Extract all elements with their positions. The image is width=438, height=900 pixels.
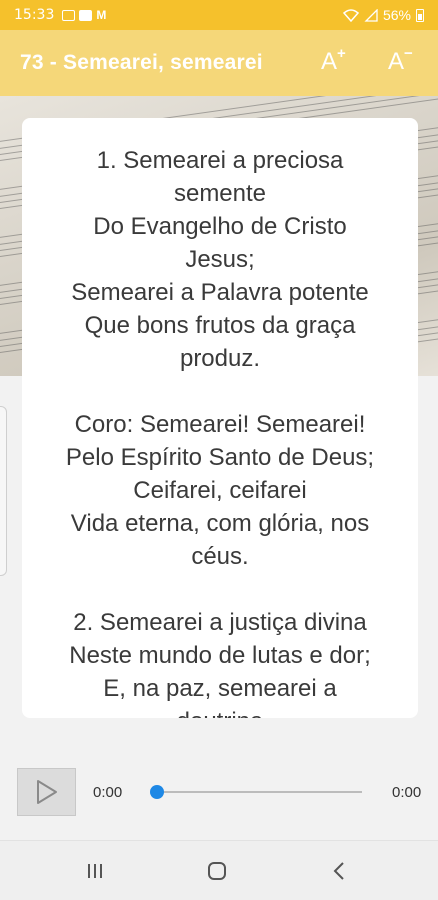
seek-bar-track[interactable] [154,791,362,793]
audio-player: 0:00 0:00 [0,760,438,824]
plus-icon: + [337,45,346,62]
current-time: 0:00 [93,784,123,801]
total-time: 0:00 [392,784,422,801]
font-increase-button[interactable]: A+ [321,45,346,76]
back-icon [333,862,344,880]
wifi-icon [342,8,359,22]
home-button[interactable] [205,859,229,883]
font-decrease-button[interactable]: A− [388,45,413,76]
app-bar: 73 - Semearei, semearei A+ A− [0,30,438,96]
status-time: 15:33 [14,7,55,23]
play-button[interactable] [17,768,76,816]
home-icon [208,862,226,880]
gmail-icon: M [96,7,107,22]
side-drawer-handle[interactable] [0,406,7,576]
notification-icons: M [62,7,107,22]
battery-icon [416,8,424,22]
seek-bar-thumb[interactable] [150,785,164,799]
battery-level: 56% [382,7,411,23]
font-decrease-label: A [388,48,405,75]
font-increase-label: A [321,48,338,75]
system-icons: 56% [342,7,424,23]
minus-icon: − [404,45,413,62]
play-icon [36,780,57,804]
image-icon [62,9,76,21]
page-title: 73 - Semearei, semearei [20,51,263,74]
chorus: Coro: Semearei! Semearei! Pelo Espírito … [65,411,375,570]
youtube-icon [79,9,93,21]
status-bar: 15:33 M 56% [0,0,438,30]
verse-1: 1. Semearei a preciosa semente Do Evange… [71,147,369,372]
recent-apps-button[interactable] [83,859,107,883]
system-navigation-bar [0,840,438,900]
verse-2: 2. Semearei a justiça divina Neste mundo… [69,609,371,718]
back-button[interactable] [327,859,351,883]
signal-icon [364,8,378,22]
recent-apps-icon [88,864,102,878]
lyrics-card[interactable]: 1. Semearei a preciosa semente Do Evange… [22,118,418,718]
